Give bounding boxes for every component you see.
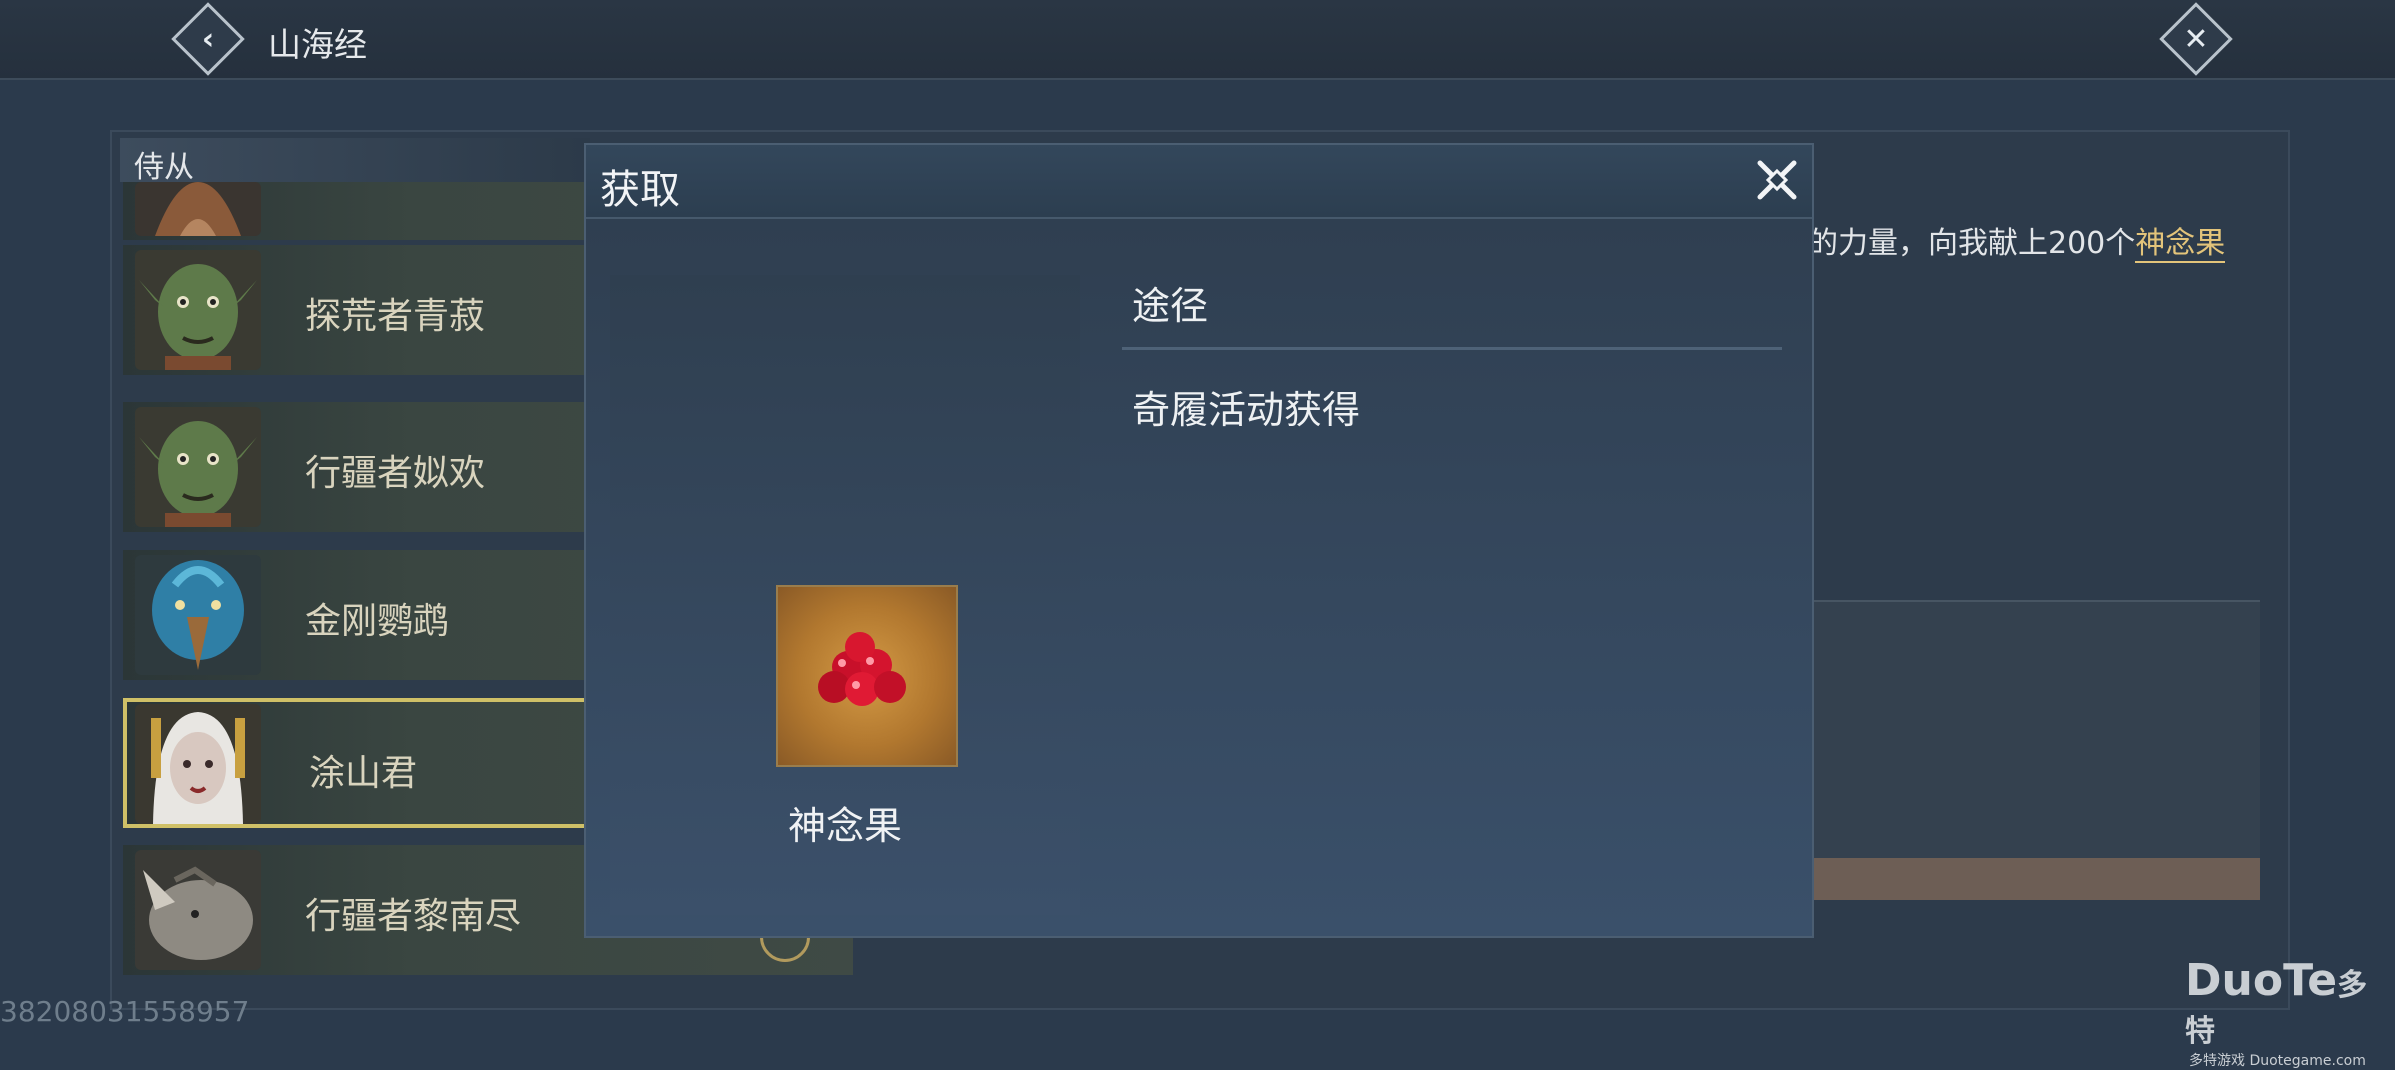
sidebar-item-label: 涂山君 [309,753,418,794]
player-id: 38208031558957 [0,995,250,1028]
avatar [135,407,261,527]
dialog-header: 获取 [586,145,1812,219]
source-heading: 途径 [1132,284,1209,328]
back-button[interactable]: ‹ [171,2,245,76]
item-icon[interactable] [776,585,958,767]
avatar [135,555,261,675]
page-title: 山海经 [268,25,367,64]
red-berries-icon [818,632,906,706]
acquire-dialog: 获取 神念果 途径 奇履活动获得 [584,143,1814,938]
dialog-title: 获取 [600,167,680,213]
item-preview-pane: 神念果 [610,275,1080,915]
quest-text: 的力量，向我献上200个神念果 [1808,218,2226,263]
dialog-close-button[interactable] [1754,157,1800,203]
sidebar-item-label: 行疆者姒欢 [305,453,486,494]
close-x-icon: ✕ [2183,21,2209,57]
watermark-main: DuoTe [2185,955,2338,1006]
back-arrow-icon: ‹ [201,21,215,57]
top-bar: ‹ 山海经 ✕ [0,0,2395,80]
sidebar-header: 侍从 [120,138,590,185]
divider [1122,347,1782,350]
progress-bar [1810,858,2260,900]
sidebar-title: 侍从 [134,150,194,185]
avatar [135,850,261,970]
avatar [135,704,261,824]
sidebar-item-label: 行疆者黎南尽 [305,896,522,937]
item-name: 神念果 [787,804,902,848]
close-x-icon [1757,160,1797,200]
sidebar-item-label: 探荒者青菽 [305,296,486,337]
avatar [135,250,261,370]
watermark-logo: DuoTe多特 多特游戏 Duotegame.com [2185,955,2395,1070]
close-button[interactable]: ✕ [2159,2,2233,76]
avatar [135,182,261,236]
reward-box [1810,600,2260,862]
quest-text-body: 的力量，向我献上200个 [1808,226,2136,261]
quest-highlight-link[interactable]: 神念果 [2135,226,2226,263]
source-entry[interactable]: 奇履活动获得 [1132,379,1360,434]
watermark-sub: 多特游戏 Duotegame.com [2189,1053,2366,1069]
sidebar-item-label: 金刚鹦鹉 [305,601,450,642]
